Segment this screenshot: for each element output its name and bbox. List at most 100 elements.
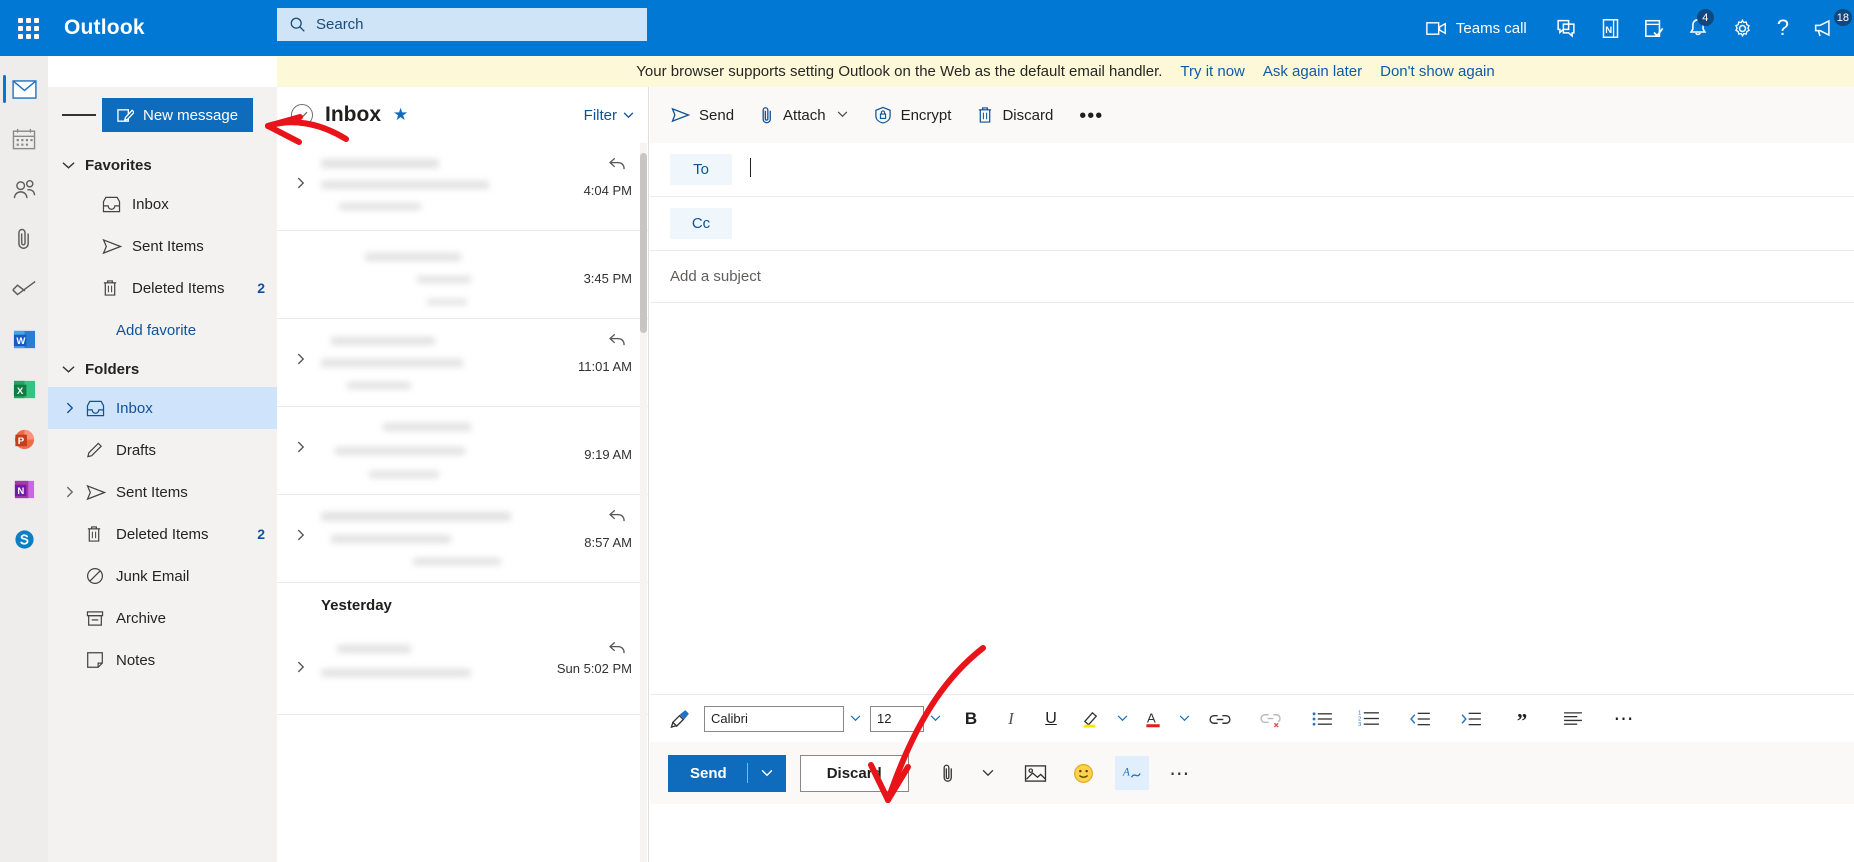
increase-indent-button[interactable] xyxy=(1454,702,1488,736)
expand-conversation-icon[interactable] xyxy=(297,661,305,676)
font-size-input[interactable]: 12 xyxy=(870,705,924,732)
font-name-dropdown-icon[interactable] xyxy=(844,704,866,734)
subject-input[interactable]: Add a subject xyxy=(650,251,1854,303)
rail-item-people[interactable] xyxy=(0,164,48,214)
remove-link-button[interactable] xyxy=(1254,702,1288,736)
quote-button[interactable]: ” xyxy=(1505,702,1539,736)
bold-button[interactable]: B xyxy=(954,702,988,736)
format-painter-icon[interactable] xyxy=(663,702,697,736)
attach-options-chevron-icon[interactable] xyxy=(971,756,1005,790)
cc-pill-button[interactable]: Cc xyxy=(670,208,732,239)
insert-picture-icon[interactable] xyxy=(1019,756,1053,790)
to-pill-button[interactable]: To xyxy=(670,154,732,185)
settings-gear-icon[interactable] xyxy=(1720,0,1765,56)
to-input[interactable] xyxy=(750,157,1834,182)
message-list-item[interactable]: 8:57 AM xyxy=(277,495,648,583)
favorite-star-icon[interactable]: ★ xyxy=(393,105,408,125)
toggle-nav-pane-hamburger-icon[interactable] xyxy=(62,98,96,132)
feedback-megaphone-icon[interactable]: 18 xyxy=(1801,0,1854,56)
rail-item-skype[interactable] xyxy=(0,514,48,564)
rail-item-mail[interactable] xyxy=(0,64,48,114)
message-list-scrollbar-thumb[interactable] xyxy=(640,153,647,333)
message-list-item[interactable]: 11:01 AM xyxy=(277,319,648,407)
attach-file-icon[interactable] xyxy=(931,756,965,790)
highlight-color-button[interactable] xyxy=(1074,702,1108,736)
decrease-indent-button[interactable] xyxy=(1403,702,1437,736)
tasks-icon[interactable] xyxy=(1632,0,1676,56)
rail-item-onenote[interactable]: N xyxy=(0,464,48,514)
compose-encrypt-command[interactable]: Encrypt xyxy=(861,97,965,133)
align-button[interactable] xyxy=(1556,702,1590,736)
search-box[interactable] xyxy=(277,8,647,41)
folder-item-inbox[interactable]: Inbox xyxy=(48,387,277,429)
folders-section-header[interactable]: Folders xyxy=(48,351,277,387)
favorites-section-header[interactable]: Favorites xyxy=(48,147,277,183)
message-list-item[interactable]: Sun 5:02 PM xyxy=(277,627,648,715)
discard-button[interactable]: Discard xyxy=(799,754,909,792)
message-body-editor[interactable] xyxy=(650,303,1854,694)
font-size-dropdown-icon[interactable] xyxy=(924,704,946,734)
teams-call-button[interactable]: Teams call xyxy=(1412,0,1543,56)
font-name-input[interactable]: Calibri xyxy=(704,705,844,732)
favorite-item-inbox[interactable]: Inbox xyxy=(48,183,277,225)
chevron-down-icon[interactable] xyxy=(837,109,848,121)
favorite-item-sent-items[interactable]: Sent Items xyxy=(48,225,277,267)
emoji-icon[interactable] xyxy=(1067,756,1101,790)
send-button[interactable]: Send xyxy=(668,754,786,792)
font-color-dropdown-icon[interactable] xyxy=(1173,704,1195,734)
rail-item-word[interactable]: W xyxy=(0,314,48,364)
underline-button[interactable]: U xyxy=(1034,702,1068,736)
banner-link-ask-again-later[interactable]: Ask again later xyxy=(1263,63,1362,80)
compose-attach-command[interactable]: Attach xyxy=(747,97,861,133)
highlight-dropdown-icon[interactable] xyxy=(1111,704,1133,734)
more-actions-icon[interactable]: ⋯ xyxy=(1163,756,1197,790)
rail-item-todo[interactable] xyxy=(0,264,48,314)
message-rows: 4:04 PM 3:45 PM 11:01 AM 9:19 AM 8:57 AM… xyxy=(277,143,648,862)
app-brand-outlook[interactable]: Outlook xyxy=(64,16,145,40)
compose-send-command[interactable]: Send xyxy=(658,97,747,133)
folder-item-drafts[interactable]: Drafts xyxy=(48,429,277,471)
search-input[interactable] xyxy=(316,16,635,33)
compose-discard-command[interactable]: Discard xyxy=(964,97,1066,133)
folder-item-deleted-items[interactable]: Deleted Items 2 xyxy=(48,513,277,555)
expand-conversation-icon[interactable] xyxy=(297,529,305,544)
message-list-item[interactable]: 3:45 PM xyxy=(277,231,648,319)
folder-item-notes[interactable]: Notes xyxy=(48,639,277,681)
font-color-button[interactable]: A xyxy=(1136,702,1170,736)
onenote-icon[interactable]: N xyxy=(1589,0,1632,56)
italic-button[interactable]: I xyxy=(994,702,1028,736)
message-list-item[interactable]: 4:04 PM xyxy=(277,143,648,231)
folder-item-sent-items[interactable]: Sent Items xyxy=(48,471,277,513)
expand-conversation-icon[interactable] xyxy=(297,177,305,192)
bulleted-list-button[interactable] xyxy=(1305,702,1339,736)
add-favorite-link[interactable]: Add favorite xyxy=(48,309,277,351)
help-question-icon[interactable]: ? xyxy=(1765,0,1801,56)
expand-chevron-icon[interactable] xyxy=(62,402,78,414)
select-all-icon[interactable] xyxy=(291,104,313,126)
favorite-item-deleted-items[interactable]: Deleted Items 2 xyxy=(48,267,277,309)
filter-button[interactable]: Filter xyxy=(584,107,634,124)
rail-item-calendar[interactable] xyxy=(0,114,48,164)
folder-item-archive[interactable]: Archive xyxy=(48,597,277,639)
numbered-list-button[interactable]: 123 xyxy=(1352,702,1386,736)
expand-conversation-icon[interactable] xyxy=(297,353,305,368)
rail-item-files[interactable] xyxy=(0,214,48,264)
message-list-item[interactable]: 9:19 AM xyxy=(277,407,648,495)
rail-item-excel[interactable]: X xyxy=(0,364,48,414)
insert-link-button[interactable] xyxy=(1203,702,1237,736)
app-launcher-waffle-icon[interactable] xyxy=(0,0,56,56)
compose-more-options-command[interactable]: ••• xyxy=(1066,97,1116,133)
folder-item-junk-email[interactable]: Junk Email xyxy=(48,555,277,597)
signature-icon[interactable]: A xyxy=(1114,756,1149,790)
new-message-button[interactable]: New message xyxy=(102,98,254,132)
banner-link-try-it-now[interactable]: Try it now xyxy=(1180,63,1244,80)
expand-conversation-icon[interactable] xyxy=(297,441,305,456)
banner-link-dont-show-again[interactable]: Don't show again xyxy=(1380,63,1495,80)
cc-input[interactable] xyxy=(750,212,1834,236)
more-formatting-button[interactable]: ⋯ xyxy=(1607,702,1641,736)
send-options-chevron-icon[interactable] xyxy=(748,769,786,777)
rail-item-powerpoint[interactable]: P xyxy=(0,414,48,464)
chat-icon[interactable] xyxy=(1543,0,1589,56)
expand-chevron-icon[interactable] xyxy=(62,486,78,498)
notifications-bell-icon[interactable]: 4 xyxy=(1676,0,1720,56)
